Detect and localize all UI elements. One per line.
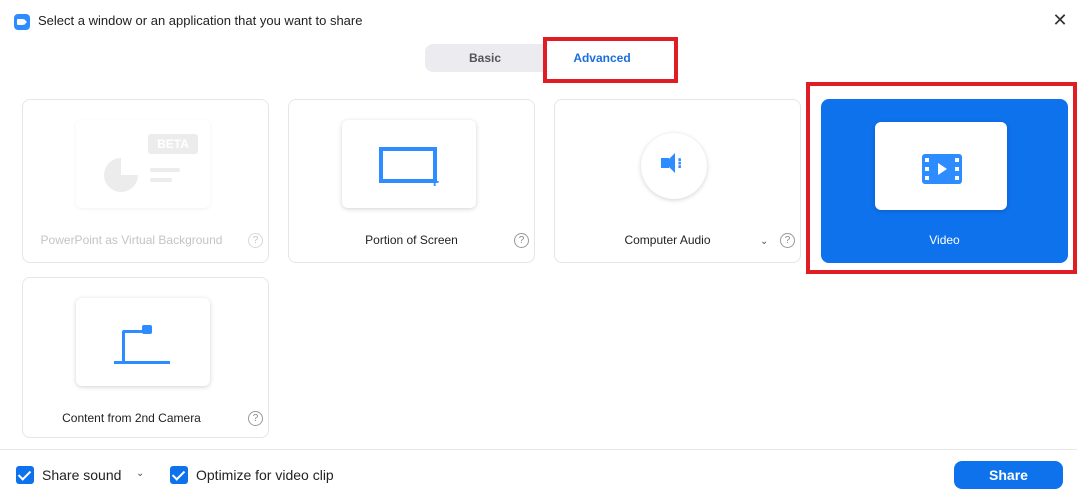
sound-waves-icon: ⁝ bbox=[677, 155, 683, 171]
audio-thumbnail: ⁝ bbox=[641, 133, 707, 199]
camera-base bbox=[114, 361, 170, 364]
help-icon[interactable]: ? bbox=[514, 233, 529, 248]
option-powerpoint-virtual-background: BETA PowerPoint as Virtual Background ? bbox=[22, 99, 269, 263]
portion-thumbnail: + bbox=[342, 120, 476, 208]
document-camera-icon bbox=[122, 332, 125, 362]
title-bar: Select a window or an application that y… bbox=[0, 0, 1077, 42]
option-label: Computer Audio bbox=[624, 233, 711, 247]
help-icon[interactable]: ? bbox=[248, 411, 263, 426]
option-computer-audio[interactable]: ⁝ Computer Audio ⌄ ? bbox=[554, 99, 801, 263]
camera-thumbnail bbox=[76, 298, 210, 386]
chevron-down-icon[interactable]: ⌄ bbox=[760, 236, 768, 247]
beta-badge: BETA bbox=[148, 134, 198, 154]
camera-arm bbox=[122, 330, 144, 333]
close-icon[interactable]: ✕ bbox=[1050, 10, 1070, 30]
presentation-line-icon bbox=[150, 178, 172, 182]
video-highlight-box bbox=[806, 82, 1077, 274]
presentation-line-icon bbox=[150, 168, 180, 172]
option-label: Content from 2nd Camera bbox=[62, 411, 201, 425]
share-sound-checkbox[interactable] bbox=[16, 466, 34, 484]
advanced-tab-highlight-box bbox=[543, 37, 678, 83]
window-title: Select a window or an application that y… bbox=[38, 13, 363, 28]
powerpoint-thumbnail: BETA bbox=[76, 120, 210, 208]
tab-basic[interactable]: Basic bbox=[425, 44, 545, 72]
help-icon[interactable]: ? bbox=[248, 233, 263, 248]
speaker-icon bbox=[661, 153, 675, 173]
camera-head bbox=[142, 325, 152, 334]
option-label: Portion of Screen bbox=[365, 233, 458, 247]
option-content-from-2nd-camera[interactable]: Content from 2nd Camera ? bbox=[22, 277, 269, 438]
optimize-video-checkbox[interactable] bbox=[170, 466, 188, 484]
crosshair-icon: + bbox=[430, 174, 440, 191]
screen-portion-icon bbox=[379, 147, 437, 183]
presentation-icon bbox=[104, 158, 138, 192]
zoom-app-icon bbox=[14, 14, 30, 30]
option-label: PowerPoint as Virtual Background bbox=[40, 233, 223, 247]
help-icon[interactable]: ? bbox=[780, 233, 795, 248]
footer-divider bbox=[0, 449, 1077, 450]
share-button[interactable]: Share bbox=[954, 461, 1063, 489]
optimize-video-label: Optimize for video clip bbox=[196, 467, 334, 483]
share-sound-label: Share sound bbox=[42, 467, 122, 483]
chevron-down-icon[interactable]: ⌄ bbox=[136, 468, 144, 479]
option-portion-of-screen[interactable]: + Portion of Screen ? bbox=[288, 99, 535, 263]
